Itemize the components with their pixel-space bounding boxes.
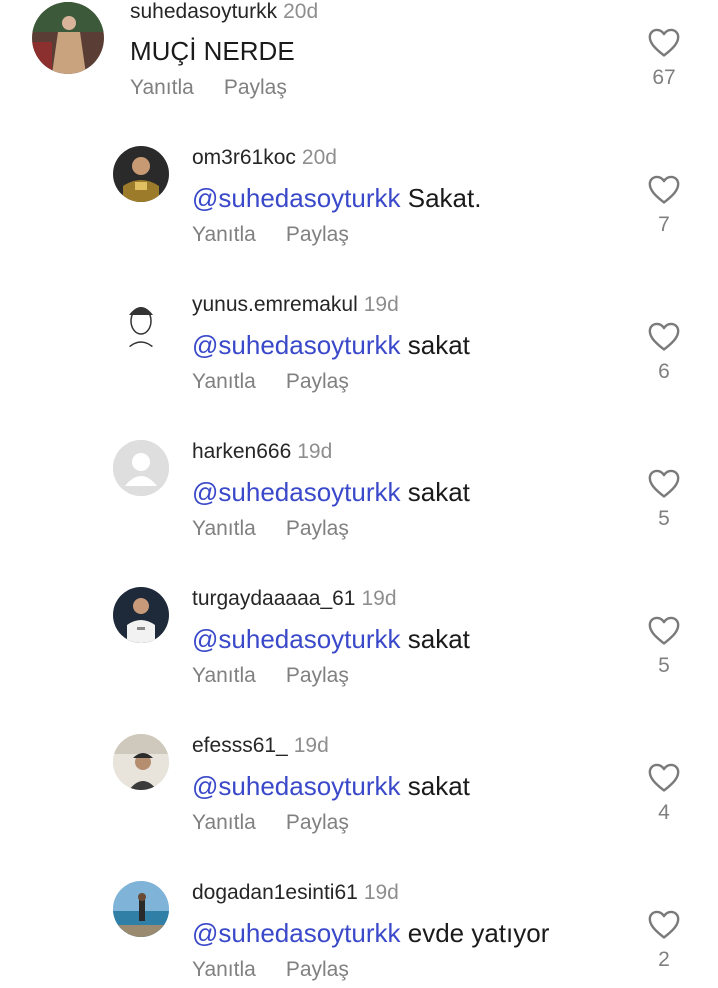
timestamp: 20d [301, 146, 337, 169]
username[interactable]: turgaydaaaaa_61 [192, 587, 355, 610]
comment-header: harken666 19d [192, 440, 332, 464]
comment-body: evde yatıyor [407, 918, 550, 948]
timestamp: 19d [363, 881, 399, 904]
mention-link[interactable]: @suhedasoyturkk [192, 771, 401, 801]
heart-outline-icon[interactable] [647, 467, 681, 499]
heart-outline-icon[interactable] [647, 908, 681, 940]
like-count: 6 [658, 360, 670, 383]
reply-button[interactable]: Yanıtla [192, 958, 256, 982]
comment-body: MUÇİ NERDE [130, 36, 295, 66]
comment-actions: Yanıtla Paylaş [192, 664, 349, 688]
username[interactable]: om3r61koc [192, 146, 296, 169]
reply-button[interactable]: Yanıtla [192, 517, 256, 541]
comment-actions: Yanıtla Paylaş [192, 223, 349, 247]
share-button[interactable]: Paylaş [286, 517, 349, 541]
mention-link[interactable]: @suhedasoyturkk [192, 477, 401, 507]
comment-text: @suhedasoyturkk sakat [192, 330, 470, 361]
avatar[interactable] [113, 146, 169, 202]
avatar[interactable] [113, 587, 169, 643]
timestamp: 19d [363, 293, 399, 316]
share-button[interactable]: Paylaş [224, 76, 287, 100]
timestamp: 19d [297, 440, 333, 463]
username[interactable]: dogadan1esinti61 [192, 881, 358, 904]
avatar[interactable] [113, 440, 169, 496]
avatar[interactable] [113, 293, 169, 349]
comment-header: yunus.emremakul 19d [192, 293, 399, 317]
heart-outline-icon[interactable] [647, 614, 681, 646]
reply-button[interactable]: Yanıtla [192, 811, 256, 835]
comment-actions: Yanıtla Paylaş [192, 370, 349, 394]
comment-text: @suhedasoyturkk sakat [192, 771, 470, 802]
heart-outline-icon[interactable] [647, 26, 681, 58]
comment-text: @suhedasoyturkk sakat [192, 477, 470, 508]
heart-outline-icon[interactable] [647, 173, 681, 205]
comment-text: @suhedasoyturkk sakat [192, 624, 470, 655]
like-group: 5 [640, 614, 688, 678]
timestamp: 20d [283, 0, 319, 23]
username[interactable]: harken666 [192, 440, 291, 463]
mention-link[interactable]: @suhedasoyturkk [192, 918, 401, 948]
share-button[interactable]: Paylaş [286, 223, 349, 247]
avatar[interactable] [113, 881, 169, 937]
timestamp: 19d [293, 734, 329, 757]
comment-actions: Yanıtla Paylaş [192, 958, 349, 982]
share-button[interactable]: Paylaş [286, 958, 349, 982]
mention-link[interactable]: @suhedasoyturkk [192, 624, 401, 654]
like-count: 67 [652, 66, 676, 89]
comment-body: sakat [407, 771, 470, 801]
like-count: 5 [658, 654, 670, 677]
comment-body: Sakat. [407, 183, 482, 213]
username[interactable]: yunus.emremakul [192, 293, 358, 316]
reply-button[interactable]: Yanıtla [192, 664, 256, 688]
comment-header: om3r61koc 20d [192, 146, 337, 170]
like-group: 5 [640, 467, 688, 531]
comment-text: @suhedasoyturkk evde yatıyor [192, 918, 549, 949]
reply-button[interactable]: Yanıtla [192, 223, 256, 247]
like-group: 67 [640, 26, 688, 90]
avatar[interactable] [113, 734, 169, 790]
share-button[interactable]: Paylaş [286, 664, 349, 688]
like-group: 7 [640, 173, 688, 237]
avatar[interactable] [32, 2, 104, 74]
mention-link[interactable]: @suhedasoyturkk [192, 183, 401, 213]
comment-text: MUÇİ NERDE [130, 36, 295, 67]
share-button[interactable]: Paylaş [286, 811, 349, 835]
comment-body: sakat [407, 330, 470, 360]
username[interactable]: efesss61_ [192, 734, 288, 757]
comment-actions: Yanıtla Paylaş [130, 76, 287, 100]
reply-button[interactable]: Yanıtla [192, 370, 256, 394]
share-button[interactable]: Paylaş [286, 370, 349, 394]
like-count: 7 [658, 213, 670, 236]
username[interactable]: suhedasoyturkk [130, 0, 277, 23]
like-group: 2 [640, 908, 688, 972]
heart-outline-icon[interactable] [647, 761, 681, 793]
comment-text: @suhedasoyturkk Sakat. [192, 183, 481, 214]
timestamp: 19d [361, 587, 397, 610]
comment-body: sakat [407, 624, 470, 654]
heart-outline-icon[interactable] [647, 320, 681, 352]
comment-header: turgaydaaaaa_61 19d [192, 587, 397, 611]
comment-header: efesss61_ 19d [192, 734, 329, 758]
comment-body: sakat [407, 477, 470, 507]
like-group: 6 [640, 320, 688, 384]
comment-actions: Yanıtla Paylaş [192, 517, 349, 541]
reply-button[interactable]: Yanıtla [130, 76, 194, 100]
like-group: 4 [640, 761, 688, 825]
like-count: 2 [658, 948, 670, 971]
comment-header: suhedasoyturkk 20d [130, 0, 318, 24]
like-count: 4 [658, 801, 670, 824]
mention-link[interactable]: @suhedasoyturkk [192, 330, 401, 360]
like-count: 5 [658, 507, 670, 530]
comment-header: dogadan1esinti61 19d [192, 881, 399, 905]
comment-actions: Yanıtla Paylaş [192, 811, 349, 835]
